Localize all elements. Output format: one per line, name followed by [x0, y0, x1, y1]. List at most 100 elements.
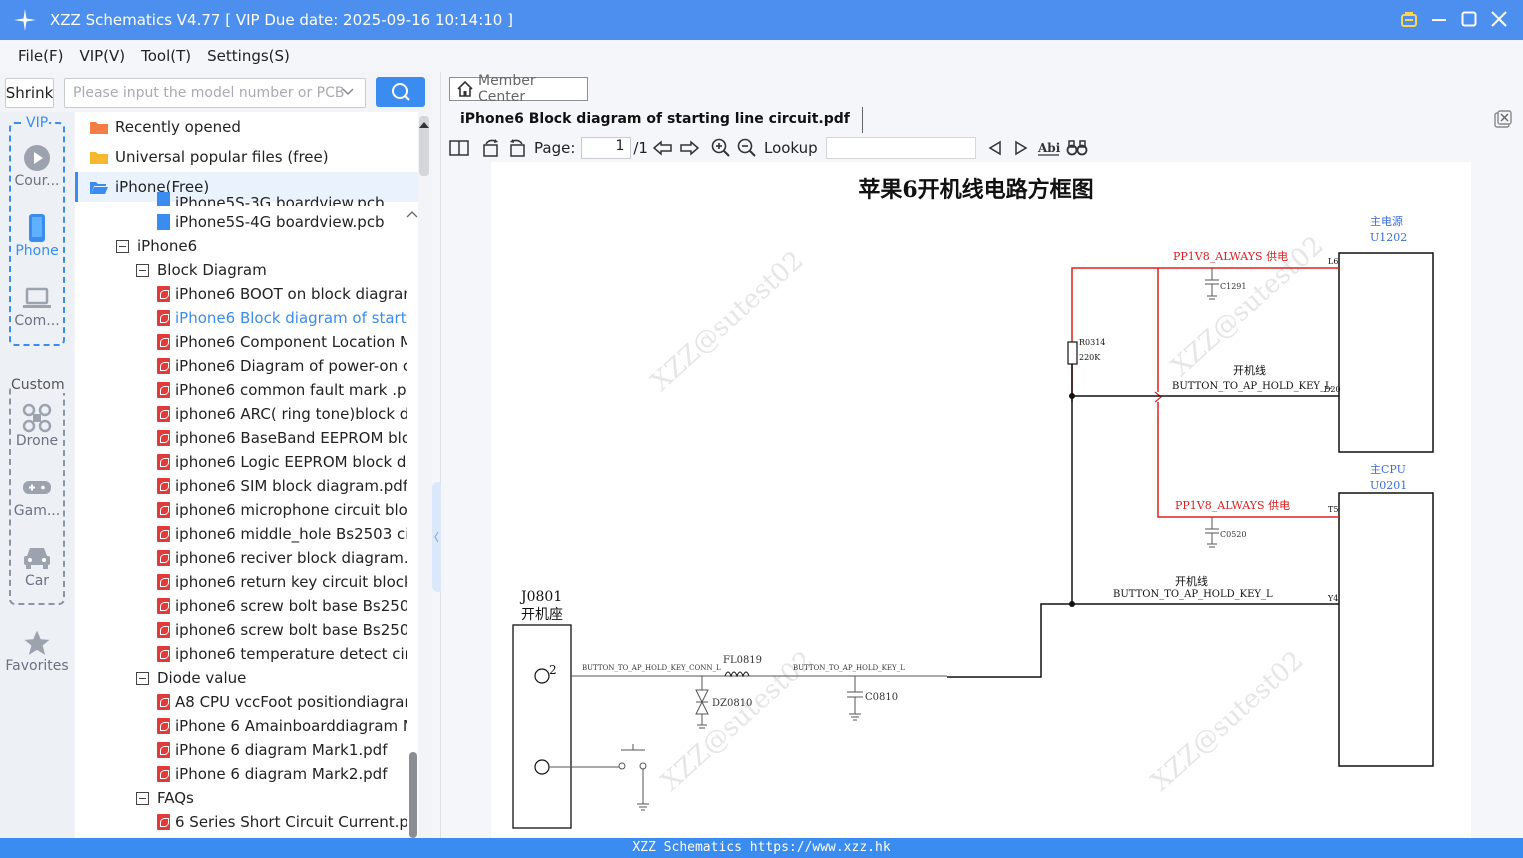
tree-file-item[interactable]: iPhone6 Diagram of power-on circ — [157, 354, 407, 378]
tree-folder-faqs[interactable]: FAQs — [136, 786, 194, 810]
tree-file-item[interactable]: iPhone 6 diagram Mark1.pdf — [157, 738, 407, 762]
rail-item-computer[interactable]: Com... — [0, 283, 74, 329]
binoculars-icon[interactable] — [1066, 137, 1088, 159]
zoom-out-icon[interactable] — [736, 137, 758, 159]
rail-item-courses[interactable]: Cour... — [0, 143, 74, 189]
rail-item-car[interactable]: Car — [0, 543, 74, 589]
search-input[interactable]: Please input the model number or PCB — [64, 78, 366, 108]
next-page-icon[interactable] — [678, 137, 700, 159]
c1291-label: C1291 — [1220, 282, 1246, 291]
tree-file-item[interactable]: iPhone6 common fault mark .pdf — [157, 378, 407, 402]
splitter-grip[interactable] — [432, 482, 441, 592]
viewer-toolbar: Page: 1 /1 Lookup Abi — [448, 136, 1518, 160]
tree-file-item[interactable]: iphone6 temperature detect circuit — [157, 642, 407, 666]
tree-file-item[interactable]: iphone6 reciver block diagram.pdf — [157, 546, 407, 570]
minimize-button[interactable] — [1429, 8, 1449, 30]
tree-file-item[interactable]: iphone6 SIM block diagram.pdf — [157, 474, 407, 498]
tree-file-item[interactable]: iPhone6 BOOT on block diagram a — [157, 282, 407, 306]
rotate-left-icon[interactable] — [480, 137, 502, 159]
collapse-arrow-icon[interactable] — [406, 204, 418, 223]
collapse-icon[interactable] — [136, 263, 149, 277]
menu-vip[interactable]: VIP(V) — [79, 47, 125, 65]
prev-page-icon[interactable] — [652, 137, 674, 159]
schematic-diagram: XZZ@sutest02 XZZ@sutest02 XZZ@sutest02 X… — [512, 177, 1434, 829]
gamepad-icon — [0, 473, 74, 503]
tree-recently-opened[interactable]: Recently opened — [75, 112, 418, 142]
tree-file-item[interactable]: iphone6 Logic EEPROM block diag — [157, 450, 407, 474]
tree-item-pcb[interactable]: iPhone5S-4G boardview.pcb — [157, 210, 385, 234]
tree-file-item[interactable]: iphone6 return key circuit block di — [157, 570, 407, 594]
member-center-button[interactable]: Member Center — [449, 73, 588, 105]
menu-file[interactable]: File(F) — [18, 47, 63, 65]
tree-file-item[interactable]: iphone6 microphone circuit block — [157, 498, 407, 522]
page-number-input[interactable]: 1 — [581, 137, 632, 159]
tree-file-item[interactable]: iPhone6 Block diagram of starting — [157, 306, 407, 330]
pane-splitter[interactable] — [432, 72, 441, 838]
status-bar: XZZ Schematics https://www.xzz.hk — [0, 838, 1523, 858]
tree-item-label: iphone6 BaseBand EEPROM block — [175, 429, 407, 447]
laptop-icon — [0, 283, 74, 313]
tree-item-partial[interactable]: iPhone5S-3G boardview.pcb — [157, 192, 385, 206]
conn-net-label: BUTTON_TO_AP_HOLD_KEY_CONN_L — [582, 664, 721, 672]
u0201-block — [1338, 492, 1434, 767]
rail-item-drone[interactable]: Drone — [0, 403, 74, 449]
tree-folder-iphone6[interactable]: iPhone6 — [116, 234, 197, 258]
collapse-icon[interactable] — [116, 239, 129, 253]
lookup-input[interactable] — [825, 137, 976, 159]
kaijixian-top: 开机线 — [1233, 363, 1266, 377]
tree-file-item[interactable]: iPhone 6 diagram Mark2.pdf — [157, 762, 407, 786]
rail-item-phone[interactable]: Phone — [0, 213, 74, 259]
document-tab[interactable]: iPhone6 Block diagram of starting line c… — [448, 107, 863, 133]
tree-universal[interactable]: Universal popular files (free) — [75, 142, 418, 172]
tree-folder-diode-value[interactable]: Diode value — [136, 666, 246, 690]
tree-file-item[interactable]: iphone6 screw bolt base Bs2502 ci — [157, 618, 407, 642]
collapse-icon[interactable] — [136, 671, 149, 685]
shrink-button[interactable]: Shrink — [5, 78, 54, 108]
pdf-file-icon — [157, 742, 170, 758]
tree-scrollbar[interactable] — [409, 752, 417, 838]
tree-file-item[interactable]: iphone6 BaseBand EEPROM block — [157, 426, 407, 450]
match-case-icon[interactable]: Abi — [1036, 137, 1062, 159]
tree-file-item[interactable]: iPhone 6 Amainboarddiagram Ma — [157, 714, 407, 738]
tree-file-item[interactable]: A8 CPU vccFoot positiondiagram.p — [157, 690, 407, 714]
tree-file-item[interactable]: iphone6 ARC( ring tone)block diag — [157, 402, 407, 426]
search-prev-icon[interactable] — [984, 137, 1006, 159]
search-button[interactable] — [376, 77, 425, 107]
pdf-file-icon — [157, 334, 170, 350]
r0314-value: 220K — [1079, 353, 1101, 362]
two-page-icon[interactable] — [448, 137, 470, 159]
menu-tool[interactable]: Tool(T) — [141, 47, 191, 65]
close-button[interactable] — [1489, 8, 1509, 30]
vip-bag-icon[interactable] — [1399, 8, 1419, 30]
tree-file-item[interactable]: 6 Series Short Circuit Current.pdf — [157, 810, 407, 834]
tree-file-item[interactable]: iphone6 screw bolt base Bs2501 ci — [157, 594, 407, 618]
net-pp1v8-top: PP1V8_ALWAYS 供电 — [1173, 249, 1288, 263]
zoom-in-icon[interactable] — [710, 137, 732, 159]
tree-file-item[interactable]: iphone6 middle_hole Bs2503 circu — [157, 522, 407, 546]
rotate-right-icon[interactable] — [506, 137, 528, 159]
folder-icon — [90, 122, 108, 134]
pdf-file-icon — [157, 478, 170, 494]
menu-settings[interactable]: Settings(S) — [207, 47, 290, 65]
watermark: XZZ@sutest02 — [1146, 645, 1310, 797]
chevron-down-icon[interactable] — [341, 85, 355, 103]
scroll-up-icon[interactable] — [418, 114, 430, 133]
tree-folder-block-diagram[interactable]: Block Diagram — [136, 258, 267, 282]
kaijixian-bottom: 开机线 — [1175, 574, 1208, 588]
rail-item-game[interactable]: Gam... — [0, 473, 74, 519]
tree-item-label: iphone6 microphone circuit block — [175, 501, 407, 519]
close-tab-icon[interactable] — [1494, 110, 1512, 128]
pdf-canvas[interactable]: XZZ@sutest02 XZZ@sutest02 XZZ@sutest02 X… — [491, 162, 1471, 838]
pdf-file-icon — [157, 766, 170, 782]
rail-item-favorites[interactable]: Favorites — [0, 628, 74, 674]
pdf-file-icon — [157, 574, 170, 590]
pdf-file-icon — [157, 646, 170, 662]
j0801-block — [512, 624, 572, 829]
pdf-file-icon — [157, 550, 170, 566]
tree-item-label: iPhone6 — [137, 237, 198, 255]
search-next-icon[interactable] — [1010, 137, 1032, 159]
tree-item-label: 6 Series Short Circuit Current.pdf — [175, 813, 407, 831]
collapse-icon[interactable] — [136, 791, 149, 805]
maximize-button[interactable] — [1459, 8, 1479, 30]
tree-file-item[interactable]: iPhone6 Component Location Ma — [157, 330, 407, 354]
